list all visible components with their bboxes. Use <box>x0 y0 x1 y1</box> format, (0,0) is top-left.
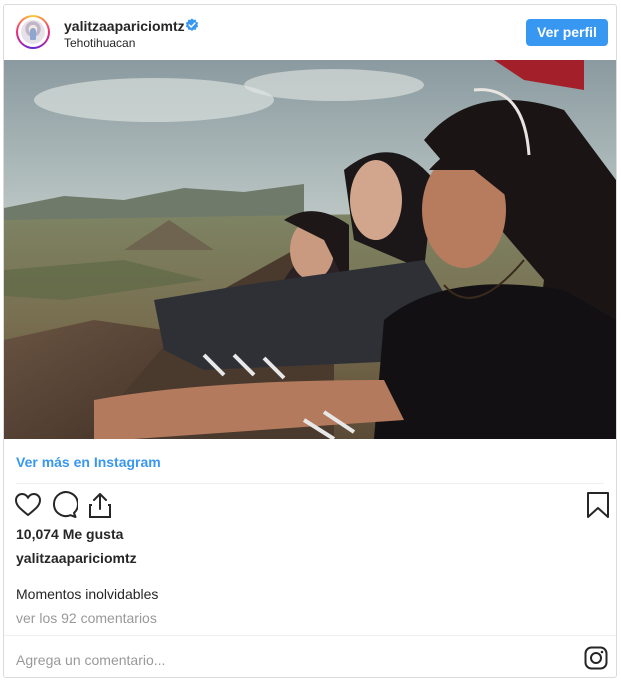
post-photo[interactable] <box>4 60 616 439</box>
avatar[interactable] <box>16 15 50 49</box>
add-comment-field[interactable]: Agrega un comentario... <box>16 652 165 668</box>
comment-bubble-icon[interactable] <box>50 491 78 519</box>
verified-badge-icon <box>185 18 199 31</box>
action-bar <box>4 491 616 521</box>
post-owner-username[interactable]: yalitzaapariciomtz <box>16 550 137 566</box>
divider <box>4 635 616 636</box>
username-link[interactable]: yalitzaapariciomtz <box>64 18 185 34</box>
photo-image <box>4 60 616 439</box>
view-more-on-instagram-link[interactable]: Ver más en Instagram <box>16 454 161 470</box>
view-comments-link[interactable]: ver los 92 comentarios <box>16 610 157 626</box>
post-header: yalitzaapariciomtz Tehotihuacan Ver perf… <box>4 5 616 60</box>
share-icon[interactable] <box>86 491 114 519</box>
likes-count[interactable]: 10,074 Me gusta <box>16 526 123 542</box>
instagram-embed-card: yalitzaapariciomtz Tehotihuacan Ver perf… <box>3 4 617 678</box>
instagram-icon[interactable] <box>584 646 608 670</box>
post-caption: Momentos inolvidables <box>16 586 159 602</box>
view-profile-button[interactable]: Ver perfil <box>526 19 608 46</box>
bookmark-icon[interactable] <box>584 491 612 519</box>
divider <box>16 483 604 484</box>
heart-icon[interactable] <box>14 491 42 519</box>
location-link[interactable]: Tehotihuacan <box>64 36 135 50</box>
